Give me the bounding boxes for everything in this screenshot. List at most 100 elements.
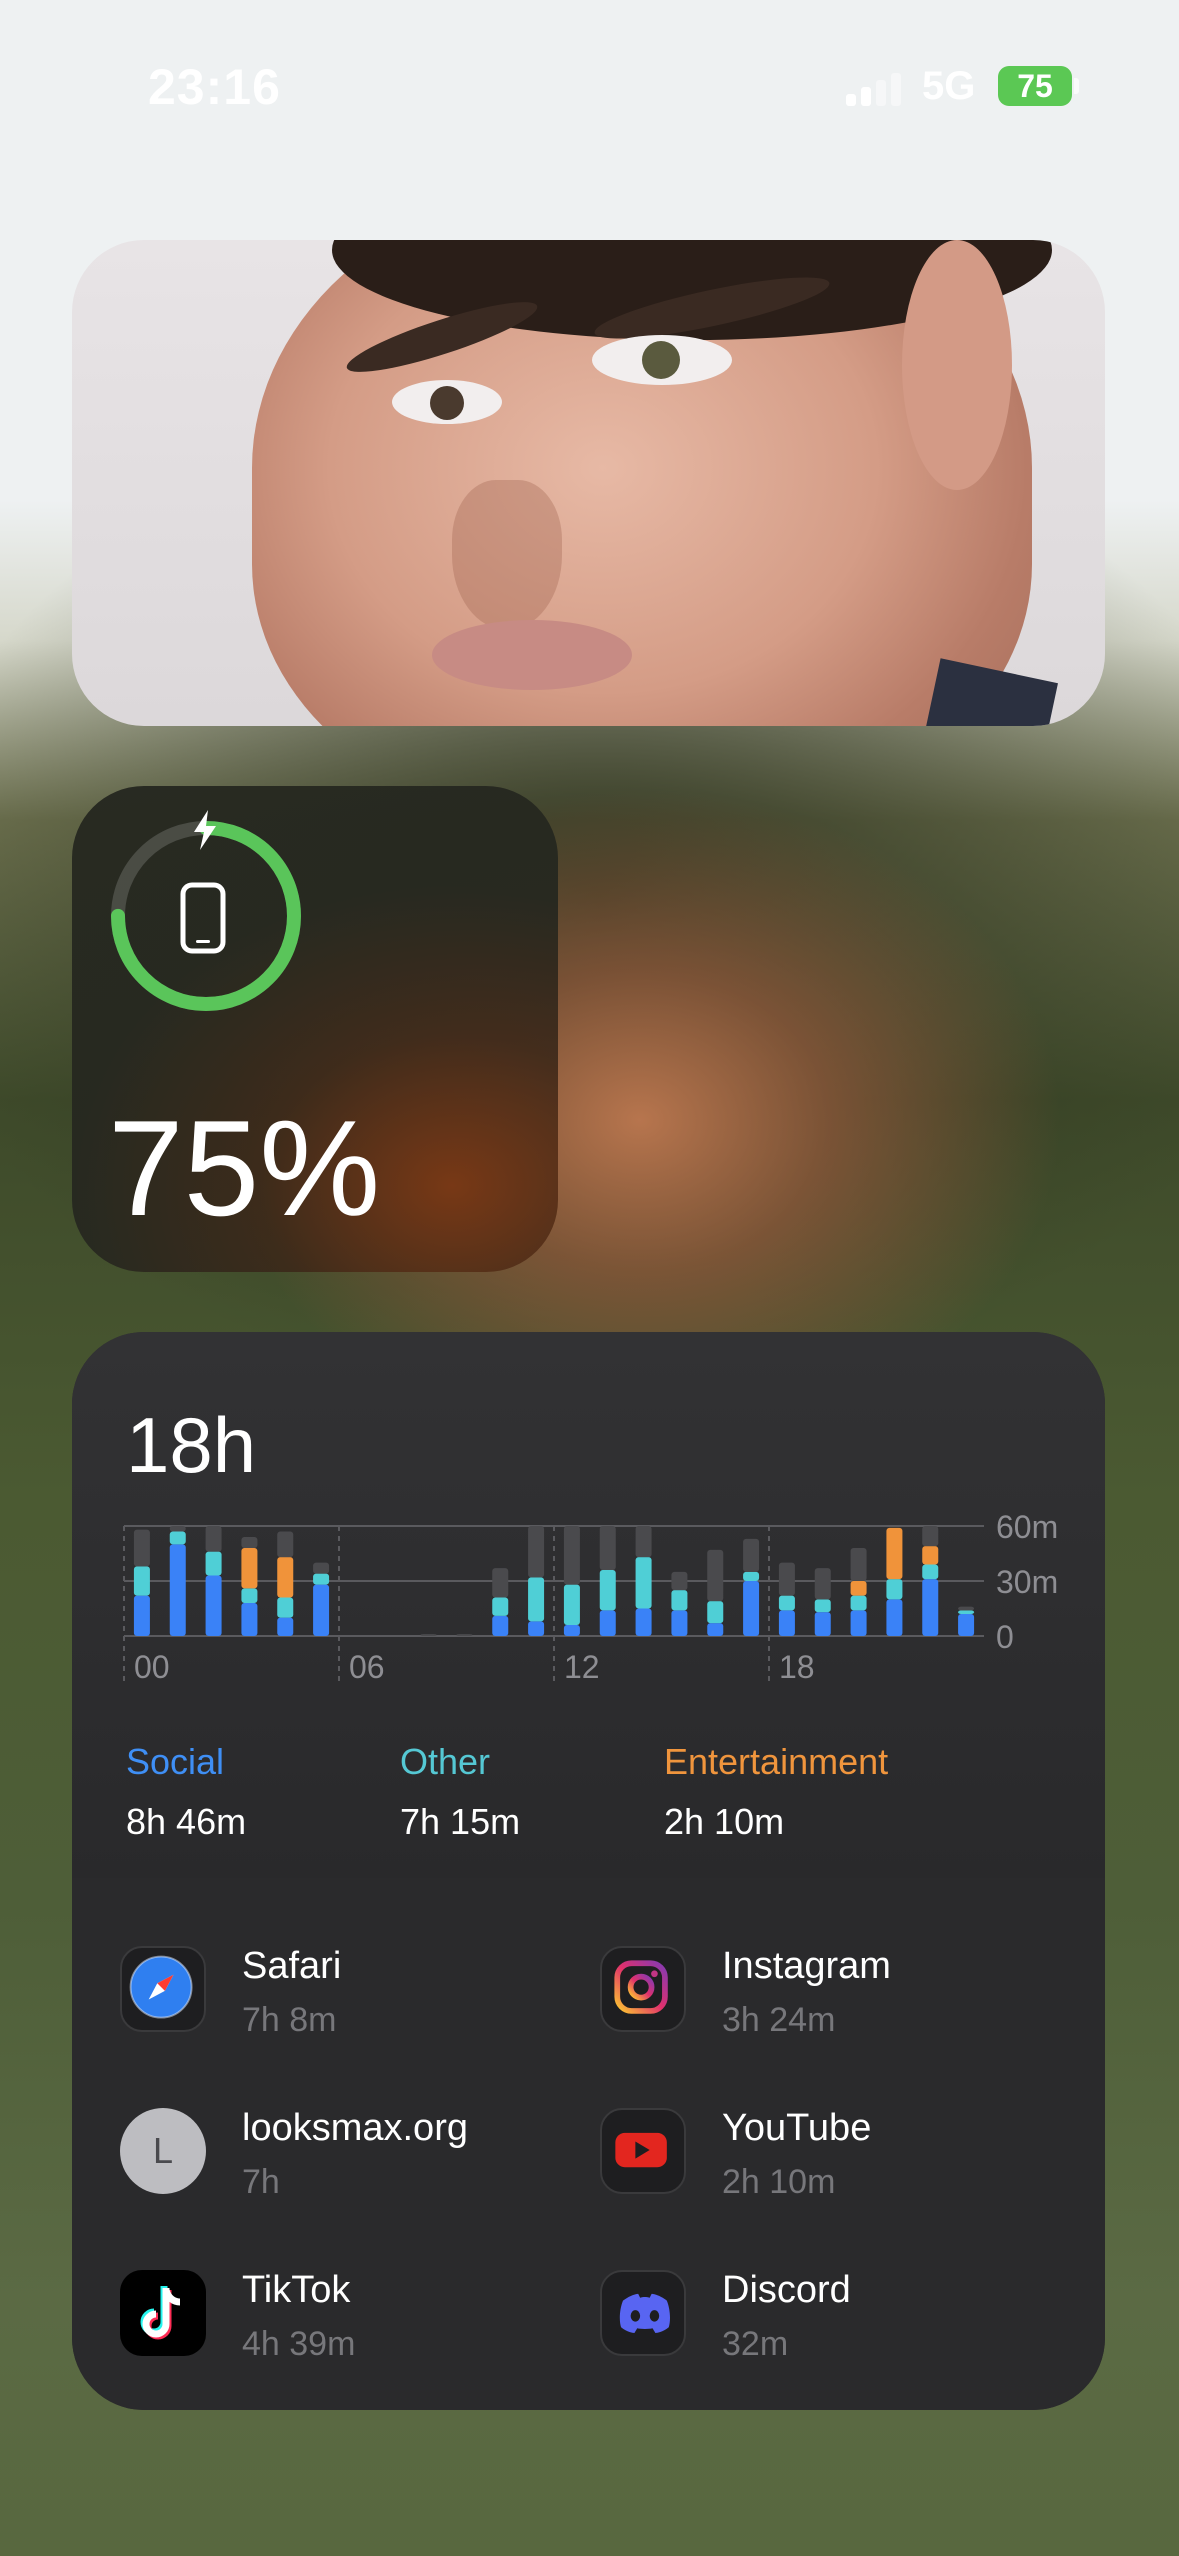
bar-social-h20 [850,1610,867,1636]
app-time: 7h [242,2163,280,2201]
bar-social-h16 [707,1623,724,1636]
bar-unspecified-h10 [492,1568,509,1598]
cellular-signal-icon [846,72,904,106]
bar-other-h1 [169,1531,186,1545]
bar-unspecified-h15 [671,1571,688,1591]
app-name: looksmax.org [242,2107,468,2149]
app-name: YouTube [722,2107,872,2149]
bar-unspecified-h19 [814,1568,831,1600]
bar-entertainment-h20 [850,1581,867,1596]
bar-unspecified-h22 [922,1526,939,1547]
bar-social-h0 [133,1595,150,1636]
app-usage-list: Safari 7h 8m Instagram 3h 24m L looksmax… [72,1878,1105,2410]
x-tick-label: 00 [134,1649,170,1685]
ear-shape [902,240,1012,490]
bar-unspecified-h20 [850,1548,867,1581]
app-row-looksmax[interactable]: L looksmax.org 7h [72,2090,552,2220]
bar-social-h13 [599,1610,616,1636]
charging-bolt-icon [194,810,216,850]
bar-other-h2 [205,1551,222,1576]
bar-unspecified-h13 [599,1526,616,1570]
bar-social-h10 [492,1615,509,1636]
screen-time-widget[interactable]: 18h 60m 30m 0 00 06 12 18 Social 8h 46m Other … [72,1332,1105,2410]
bar-social-h11 [528,1621,545,1636]
app-row-instagram[interactable]: Instagram 3h 24m [552,1928,1032,2058]
letter-l-icon: L [120,2108,206,2194]
app-row-safari[interactable]: Safari 7h 8m [72,1928,552,2058]
bar-unspecified-h12 [563,1526,580,1585]
x-tick-label: 12 [564,1649,600,1685]
screen-time-summary: 18h 60m 30m 0 00 06 12 18 Social 8h 46m Other … [72,1332,1105,1878]
category-social-value: 8h 46m [126,1801,247,1842]
bar-other-h10 [492,1597,509,1616]
bar-other-h23 [958,1610,975,1614]
bar-other-h18 [778,1595,795,1611]
bar-social-h23 [958,1614,975,1636]
screen-time-chart: 60m30m000 06 12 18 [123,1514,1058,1686]
app-row-discord[interactable]: Discord 32m [552,2252,1032,2382]
app-name: TikTok [242,2269,351,2311]
app-time: 4h 39m [242,2325,356,2363]
bar-entertainment-h4 [277,1557,294,1598]
bar-other-h4 [277,1597,294,1618]
screen-time-total: 18h [126,1401,257,1489]
bar-unspecified-h2 [205,1526,222,1552]
category-other-value: 7h 15m [400,1801,521,1842]
bar-social-h14 [635,1608,652,1636]
bar-unspecified-h14 [635,1526,652,1558]
bar-unspecified-h9 [456,1634,473,1636]
bar-other-h16 [707,1601,724,1624]
bar-unspecified-h17 [743,1538,760,1572]
bar-social-h3 [241,1603,258,1636]
bar-unspecified-h3 [241,1537,258,1548]
bar-other-h14 [635,1557,652,1609]
bar-other-h21 [886,1579,903,1600]
status-time: 23:16 [148,59,281,115]
category-entertainment-label: Entertainment [664,1741,889,1782]
app-name: Instagram [722,1945,891,1987]
app-time: 7h 8m [242,2001,337,2039]
letter-l-glyph: L [152,2130,174,2171]
bar-other-h17 [743,1571,760,1581]
bar-other-h11 [528,1577,545,1622]
bar-social-h17 [743,1581,760,1636]
bar-other-h5 [313,1573,330,1585]
bar-social-h12 [563,1625,580,1636]
battery-cap [1074,78,1079,94]
bar-social-h15 [671,1610,688,1636]
y-tick-label: 30m [996,1564,1058,1600]
bar-other-h20 [850,1595,867,1611]
x-tick-label: 18 [779,1649,815,1685]
bar-unspecified-h23 [958,1606,975,1611]
bar-unspecified-h11 [528,1526,545,1578]
bar-other-h13 [599,1570,616,1611]
app-row-youtube[interactable]: YouTube 2h 10m [552,2090,1032,2220]
bar-social-h2 [205,1575,222,1636]
bar-unspecified-h5 [313,1562,330,1574]
bar-social-h21 [886,1599,903,1636]
battery-widget[interactable]: 75% [72,786,558,1272]
bar-social-h4 [277,1617,294,1636]
bar-unspecified-h4 [277,1531,294,1558]
youtube-icon [600,2108,686,2194]
bar-unspecified-h0 [133,1529,150,1567]
iphone-icon [180,882,226,954]
bar-social-h18 [778,1610,795,1636]
bar-other-h22 [922,1564,939,1580]
app-time: 3h 24m [722,2001,836,2039]
category-other-label: Other [400,1741,491,1782]
bar-unspecified-h8 [420,1634,437,1636]
app-row-tiktok[interactable]: TikTok 4h 39m [72,2252,552,2382]
category-social-label: Social [126,1741,225,1782]
photo-widget[interactable] [72,240,1105,726]
app-name: Discord [722,2269,851,2311]
category-entertainment-value: 2h 10m [664,1801,785,1842]
lips-shape [432,620,632,690]
bar-other-h15 [671,1590,688,1611]
bar-other-h3 [241,1588,258,1603]
x-tick-label: 06 [349,1649,385,1685]
app-time: 2h 10m [722,2163,836,2201]
bar-social-h1 [169,1544,186,1636]
bar-entertainment-h22 [922,1546,939,1565]
tiktok-icon [120,2270,206,2356]
